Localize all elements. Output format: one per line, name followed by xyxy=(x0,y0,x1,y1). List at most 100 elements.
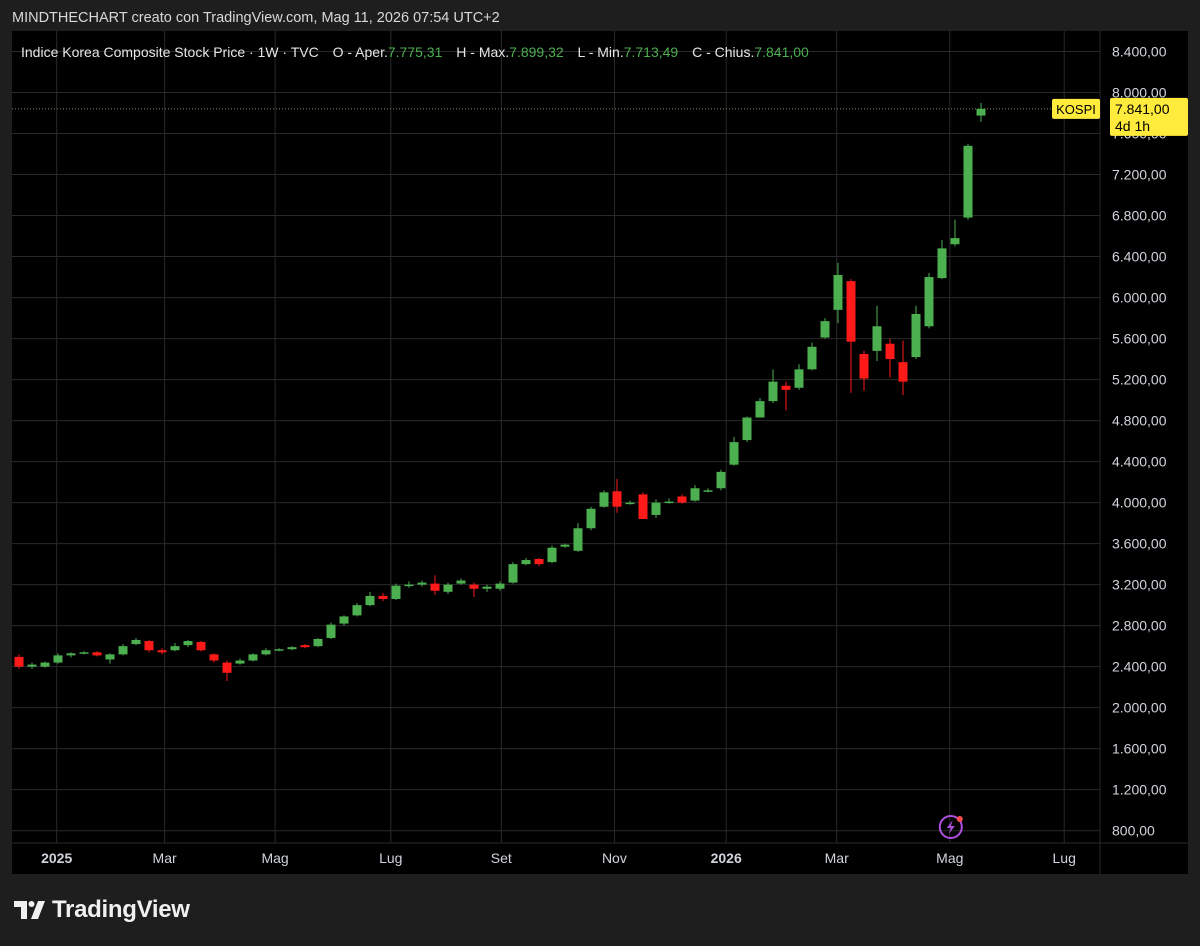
candle-body[interactable] xyxy=(859,353,869,379)
candle-body[interactable] xyxy=(976,108,986,116)
candle-body[interactable] xyxy=(742,417,752,441)
candle-body[interactable] xyxy=(248,654,258,661)
candle-body[interactable] xyxy=(820,321,830,338)
candle-body[interactable] xyxy=(612,491,622,507)
candle-body[interactable] xyxy=(963,145,973,218)
candle-body[interactable] xyxy=(404,584,414,587)
candle-body[interactable] xyxy=(794,369,804,388)
candle-body[interactable] xyxy=(573,528,583,551)
candle-body[interactable] xyxy=(274,649,284,651)
candle-body[interactable] xyxy=(196,642,206,651)
candle-body[interactable] xyxy=(716,471,726,489)
candle-body[interactable] xyxy=(469,584,479,589)
candle-body[interactable] xyxy=(40,662,50,667)
candle-body[interactable] xyxy=(144,641,154,651)
lightning-icon-bolt xyxy=(946,820,955,834)
chart-frame[interactable]: 800,00 1.200,00 1.600,00 2.000,00 2.400,00 2.… xyxy=(12,31,1188,874)
candle-body[interactable] xyxy=(209,654,219,661)
candle-body[interactable] xyxy=(534,559,544,565)
candle-body[interactable] xyxy=(521,560,531,565)
candle-body[interactable] xyxy=(365,595,375,606)
candle-body[interactable] xyxy=(924,277,934,327)
candle-body[interactable] xyxy=(326,624,336,638)
candle-body[interactable] xyxy=(118,646,128,655)
candle-body[interactable] xyxy=(885,343,895,360)
y-tick-label: 3.600,00 xyxy=(1112,536,1167,552)
candle-body[interactable] xyxy=(729,442,739,465)
candle-body[interactable] xyxy=(131,640,141,645)
candle-body[interactable] xyxy=(235,660,245,664)
candle-body[interactable] xyxy=(625,502,635,505)
candle-body[interactable] xyxy=(807,346,817,370)
candle-body[interactable] xyxy=(378,595,388,599)
candle-body[interactable] xyxy=(391,585,401,599)
y-tick-label: 6.400,00 xyxy=(1112,249,1167,265)
candle-body[interactable] xyxy=(586,508,596,529)
candle-body[interactable] xyxy=(352,605,362,616)
candle-body[interactable] xyxy=(339,616,349,624)
legend-low-label: L - Min. xyxy=(577,44,624,60)
legend-high-value: 7.899,32 xyxy=(509,44,564,60)
candle-body[interactable] xyxy=(92,652,102,656)
candle-body[interactable] xyxy=(547,547,557,563)
y-tick-label: 3.200,00 xyxy=(1112,577,1167,593)
legend-close-value: 7.841,00 xyxy=(754,44,809,60)
chart-caption: MINDTHECHART creato con TradingView.com,… xyxy=(12,10,500,26)
candle-body[interactable] xyxy=(313,638,323,647)
candle-body[interactable] xyxy=(781,385,791,390)
candle-body[interactable] xyxy=(677,496,687,503)
candle-body[interactable] xyxy=(66,653,76,656)
tradingview-logo-text: TradingView xyxy=(52,896,190,923)
candle-body[interactable] xyxy=(690,488,700,501)
candle-body[interactable] xyxy=(833,275,843,310)
x-tick-label: 2025 xyxy=(41,850,72,866)
candle-body[interactable] xyxy=(261,650,271,655)
candle-body[interactable] xyxy=(755,401,765,418)
candle-body[interactable] xyxy=(287,647,297,650)
ohlc-legend: Indice Korea Composite Stock Price · 1W … xyxy=(21,44,809,60)
candle-body[interactable] xyxy=(638,494,648,520)
candle-body[interactable] xyxy=(430,583,440,591)
candle-body[interactable] xyxy=(456,580,466,584)
candle-body[interactable] xyxy=(651,502,661,515)
candle-body[interactable] xyxy=(105,654,115,660)
legend-open-label: O - Aper. xyxy=(332,44,388,60)
candle-body[interactable] xyxy=(14,656,24,667)
candle-body[interactable] xyxy=(170,646,180,651)
legend-open-value: 7.775,31 xyxy=(387,44,443,60)
price-badge-countdown: 4d 1h xyxy=(1115,118,1150,134)
candle-body[interactable] xyxy=(599,492,609,507)
y-tick-label: 6.000,00 xyxy=(1112,290,1167,306)
candle-body[interactable] xyxy=(937,248,947,279)
candle-body[interactable] xyxy=(703,490,713,492)
candle-body[interactable] xyxy=(560,544,570,547)
candle-body[interactable] xyxy=(300,645,310,648)
candle-body[interactable] xyxy=(508,564,518,583)
candle-body[interactable] xyxy=(911,313,921,358)
x-tick-label: Lug xyxy=(1053,850,1076,866)
candle-body[interactable] xyxy=(846,281,856,342)
candle-body[interactable] xyxy=(872,326,882,351)
candle-body[interactable] xyxy=(157,650,167,653)
legend-high-label: H - Max. xyxy=(456,44,510,60)
candle-body[interactable] xyxy=(950,238,960,245)
candle-body[interactable] xyxy=(417,582,427,585)
candle-body[interactable] xyxy=(222,662,232,673)
candle-body[interactable] xyxy=(495,583,505,589)
x-tick-label: Lug xyxy=(379,850,402,866)
candle-body[interactable] xyxy=(443,584,453,592)
candle-body[interactable] xyxy=(27,664,37,667)
candle-body[interactable] xyxy=(79,652,89,654)
candle-body[interactable] xyxy=(898,362,908,382)
y-tick-label: 800,00 xyxy=(1112,823,1155,839)
candle-body[interactable] xyxy=(53,655,63,663)
tradingview-logo[interactable]: TradingView xyxy=(14,896,190,924)
candle-body[interactable] xyxy=(664,501,674,504)
y-tick-label: 7.200,00 xyxy=(1112,167,1167,183)
candle-body[interactable] xyxy=(183,641,193,646)
price-chart[interactable]: 800,00 1.200,00 1.600,00 2.000,00 2.400,00 2.… xyxy=(12,31,1188,874)
candle-body[interactable] xyxy=(482,586,492,589)
legend-title: Indice Korea Composite Stock Price · 1W … xyxy=(21,44,319,60)
x-tick-label: Mar xyxy=(825,850,849,866)
candle-body[interactable] xyxy=(768,381,778,402)
